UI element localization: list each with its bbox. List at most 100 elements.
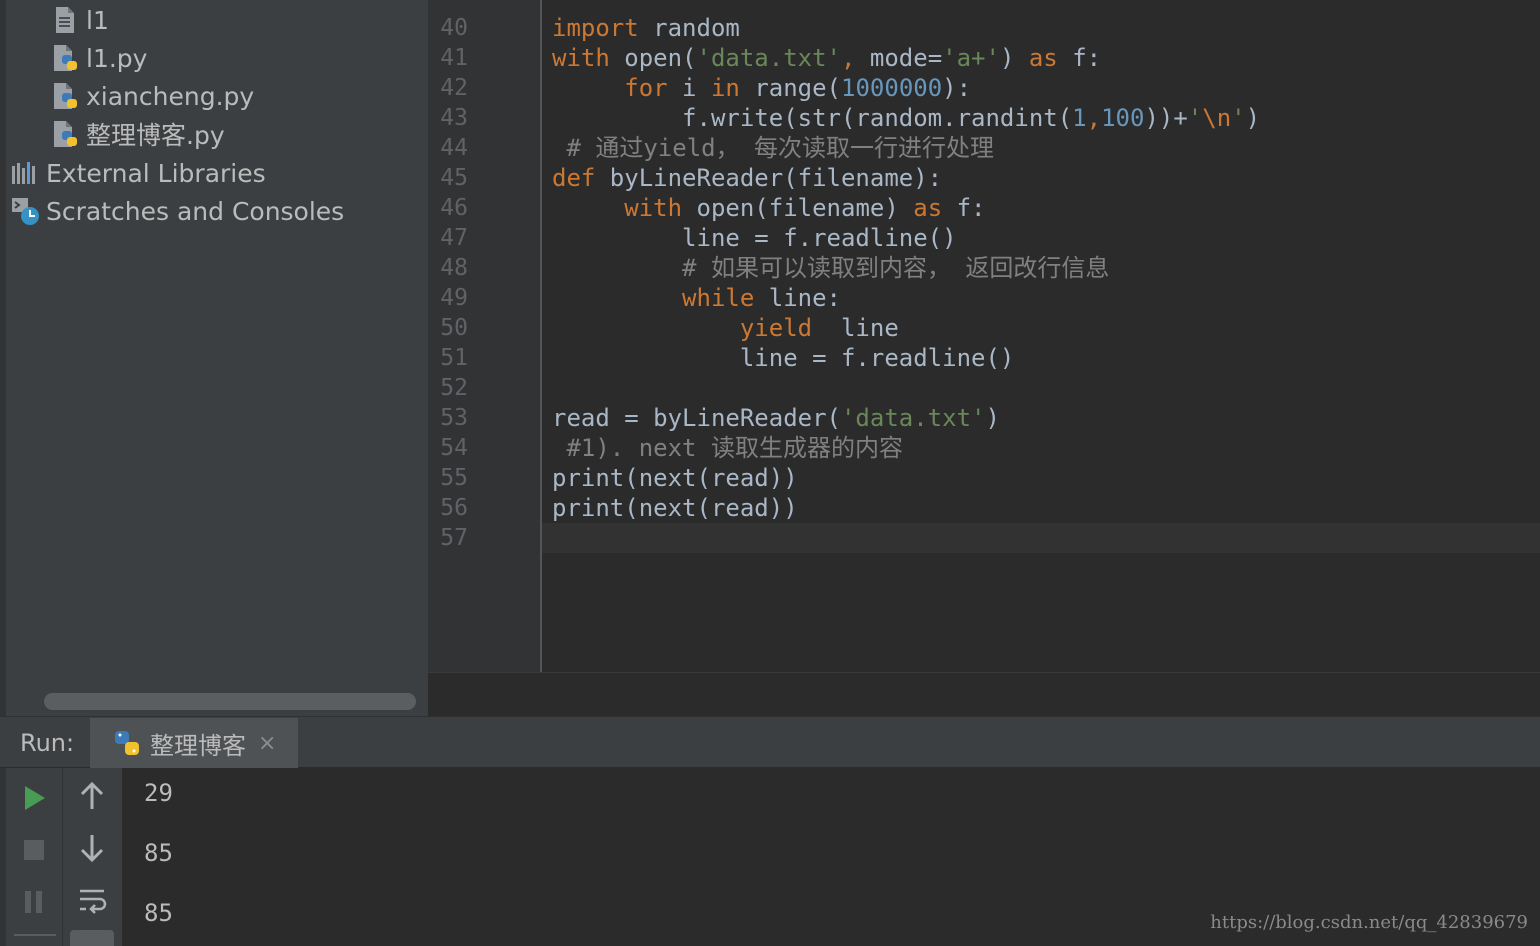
line-number: 50 xyxy=(440,315,468,341)
tree-item-label: Scratches and Consoles xyxy=(46,196,345,226)
code-token: ))+ xyxy=(1144,104,1188,132)
line-number: 54 xyxy=(440,435,468,461)
line-number: 48 xyxy=(440,255,468,281)
libraries-icon xyxy=(10,158,40,188)
code-token: open(filename) xyxy=(696,194,914,222)
code-line[interactable]: # 如果可以读取到内容， 返回改行信息 xyxy=(552,253,1109,283)
code-token: , xyxy=(841,44,870,72)
code-token: import xyxy=(552,14,654,42)
run-tab-zhengli-boke[interactable]: 整理博客 × xyxy=(90,718,298,768)
line-number: 42 xyxy=(440,75,468,101)
tree-item-label: External Libraries xyxy=(46,158,266,188)
code-token: line: xyxy=(768,284,841,312)
console-output-line: 85 xyxy=(144,839,173,867)
code-line[interactable]: #1). next 读取生成器的内容 xyxy=(552,433,903,463)
code-token: 'data.txt' xyxy=(696,44,842,72)
line-number: 52 xyxy=(440,375,468,401)
code-line[interactable]: for i in range(1000000): xyxy=(552,73,971,103)
tree-item-xiancheng-py[interactable]: xiancheng.py xyxy=(50,78,254,114)
print-button[interactable] xyxy=(70,930,114,946)
code-token: line xyxy=(840,314,899,342)
code-token: as xyxy=(913,194,957,222)
code-token: ): xyxy=(942,74,972,102)
rerun-button[interactable] xyxy=(14,778,54,818)
code-token: yield xyxy=(552,314,841,342)
current-line-highlight xyxy=(542,523,1540,553)
play-icon xyxy=(21,784,47,812)
line-number: 45 xyxy=(440,165,468,191)
code-token: print(next(read)) xyxy=(552,464,798,492)
code-line[interactable]: # 通过yield， 每次读取一行进行处理 xyxy=(552,133,994,163)
tree-item-l1[interactable]: l1 xyxy=(50,2,109,38)
tree-item-zhengli-boke-py[interactable]: 整理博客.py xyxy=(50,116,225,152)
tree-item-scratches-and-consoles[interactable]: Scratches and Consoles xyxy=(10,193,344,229)
line-number: 56 xyxy=(440,495,468,521)
code-token: random xyxy=(653,14,740,42)
line-number: 40 xyxy=(440,15,468,41)
code-token: with xyxy=(552,194,697,222)
scroll-up-button[interactable] xyxy=(72,776,112,816)
tree-item-label: l1.py xyxy=(86,43,148,73)
line-number: 47 xyxy=(440,225,468,251)
code-token: , xyxy=(1086,104,1102,132)
stop-button[interactable] xyxy=(14,830,54,870)
line-number: 43 xyxy=(440,105,468,131)
code-line[interactable]: print(next(read)) xyxy=(552,493,798,523)
code-token: f.write(str(random.randint( xyxy=(552,104,1073,132)
stop-icon xyxy=(23,839,45,861)
code-line[interactable]: read = byLineReader('data.txt') xyxy=(552,403,1000,433)
tree-item-l1-py[interactable]: l1.py xyxy=(50,40,147,76)
line-number: 53 xyxy=(440,405,468,431)
code-line[interactable]: line = f.readline() xyxy=(552,223,957,253)
code-token: #1). next 读取生成器的内容 xyxy=(552,434,903,462)
tree-item-external-libraries[interactable]: External Libraries xyxy=(10,155,266,191)
soft-wrap-button[interactable] xyxy=(72,880,112,920)
code-token: line = f.readline() xyxy=(552,344,1015,372)
code-token: def xyxy=(552,164,610,192)
code-token: read = byLineReader( xyxy=(552,404,841,432)
code-token: ' xyxy=(1187,104,1203,132)
console-output-line: 85 xyxy=(144,899,173,927)
text-file-icon xyxy=(50,5,80,35)
soft-wrap-icon xyxy=(77,885,107,915)
watermark: https://blog.csdn.net/qq_42839679 xyxy=(1210,912,1528,933)
project-horizontal-scrollbar[interactable] xyxy=(44,693,416,710)
tree-item-label: l1 xyxy=(86,5,109,35)
code-token: f: xyxy=(1072,44,1102,72)
line-number: 41 xyxy=(440,45,468,71)
code-line[interactable]: f.write(str(random.randint(1,100))+'\n') xyxy=(552,103,1260,133)
code-line[interactable]: import random xyxy=(552,13,740,43)
code-token: line = f.readline() xyxy=(552,224,957,252)
code-token: in xyxy=(710,74,755,102)
code-line[interactable]: with open(filename) as f: xyxy=(552,193,985,223)
python-icon xyxy=(112,728,142,758)
code-token: ) xyxy=(999,44,1029,72)
tree-item-label: xiancheng.py xyxy=(86,81,255,111)
code-line[interactable]: def byLineReader(filename): xyxy=(552,163,942,193)
tree-item-label: 整理博客.py xyxy=(86,121,225,150)
code-token: # 如果可以读取到内容， 返回改行信息 xyxy=(552,254,1110,282)
code-token: \n xyxy=(1202,104,1232,132)
code-token: with xyxy=(552,44,625,72)
code-line[interactable]: yield line xyxy=(552,313,899,343)
code-line[interactable]: line = f.readline() xyxy=(552,343,1015,373)
code-token: 'data.txt' xyxy=(840,404,986,432)
code-token: range( xyxy=(754,74,842,102)
code-line[interactable]: print(next(read)) xyxy=(552,463,798,493)
code-token: 'a+' xyxy=(942,44,1000,72)
run-tab-label: 整理博客 xyxy=(150,731,246,760)
pause-button[interactable] xyxy=(14,882,54,922)
code-token: print(next(read)) xyxy=(552,494,798,522)
scroll-down-button[interactable] xyxy=(72,828,112,868)
code-token: for xyxy=(552,74,683,102)
close-icon[interactable]: × xyxy=(258,731,276,756)
console-output-line: 29 xyxy=(144,779,173,807)
code-token: byLineReader(filename): xyxy=(609,164,943,192)
code-token: 1 xyxy=(1072,104,1087,132)
line-number: 51 xyxy=(440,345,468,371)
python-file-icon xyxy=(50,43,80,73)
line-number: 46 xyxy=(440,195,468,221)
code-line[interactable]: with open('data.txt', mode='a+') as f: xyxy=(552,43,1101,73)
python-file-icon xyxy=(50,81,80,111)
code-line[interactable]: while line: xyxy=(552,283,841,313)
